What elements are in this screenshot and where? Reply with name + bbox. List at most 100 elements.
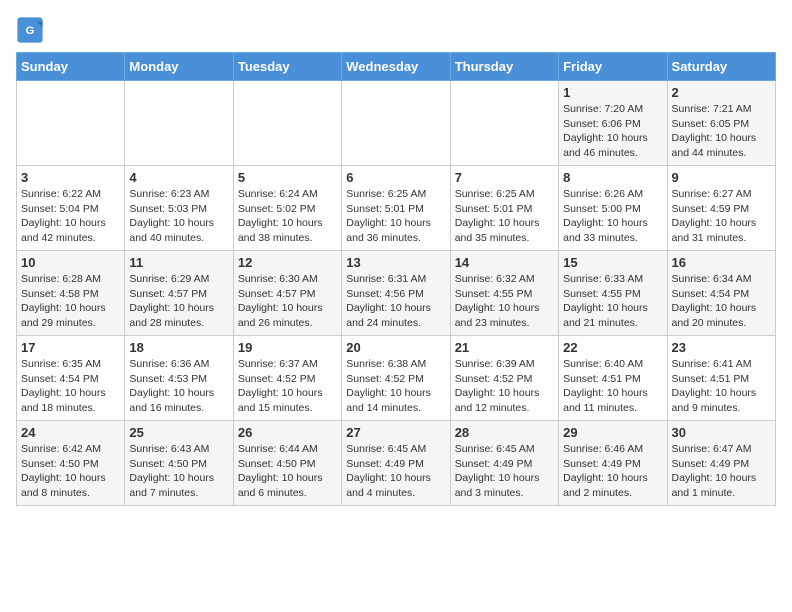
day-info: Sunrise: 6:46 AM Sunset: 4:49 PM Dayligh… xyxy=(563,442,662,501)
calendar-cell: 24 Sunrise: 6:42 AM Sunset: 4:50 PM Dayli… xyxy=(17,421,125,506)
calendar-cell: 30 Sunrise: 6:47 AM Sunset: 4:49 PM Dayli… xyxy=(667,421,775,506)
week-row-4: 24 Sunrise: 6:42 AM Sunset: 4:50 PM Dayli… xyxy=(17,421,776,506)
day-info: Sunrise: 6:33 AM Sunset: 4:55 PM Dayligh… xyxy=(563,272,662,331)
day-number: 18 xyxy=(129,340,228,355)
day-info: Sunrise: 7:21 AM Sunset: 6:05 PM Dayligh… xyxy=(672,102,771,161)
day-info: Sunrise: 6:26 AM Sunset: 5:00 PM Dayligh… xyxy=(563,187,662,246)
day-number: 25 xyxy=(129,425,228,440)
week-row-3: 17 Sunrise: 6:35 AM Sunset: 4:54 PM Dayli… xyxy=(17,336,776,421)
week-row-1: 3 Sunrise: 6:22 AM Sunset: 5:04 PM Daylig… xyxy=(17,166,776,251)
day-number: 13 xyxy=(346,255,445,270)
week-row-2: 10 Sunrise: 6:28 AM Sunset: 4:58 PM Dayli… xyxy=(17,251,776,336)
calendar-cell xyxy=(450,81,558,166)
day-info: Sunrise: 6:47 AM Sunset: 4:49 PM Dayligh… xyxy=(672,442,771,501)
calendar-cell: 29 Sunrise: 6:46 AM Sunset: 4:49 PM Dayli… xyxy=(559,421,667,506)
svg-text:G: G xyxy=(26,25,35,37)
day-number: 24 xyxy=(21,425,120,440)
day-header-monday: Monday xyxy=(125,53,233,81)
calendar-cell: 21 Sunrise: 6:39 AM Sunset: 4:52 PM Dayli… xyxy=(450,336,558,421)
calendar-cell: 6 Sunrise: 6:25 AM Sunset: 5:01 PM Daylig… xyxy=(342,166,450,251)
day-number: 6 xyxy=(346,170,445,185)
calendar-cell: 18 Sunrise: 6:36 AM Sunset: 4:53 PM Dayli… xyxy=(125,336,233,421)
day-info: Sunrise: 6:41 AM Sunset: 4:51 PM Dayligh… xyxy=(672,357,771,416)
day-info: Sunrise: 6:30 AM Sunset: 4:57 PM Dayligh… xyxy=(238,272,337,331)
calendar-body: 1Sunrise: 7:20 AM Sunset: 6:06 PM Daylig… xyxy=(17,81,776,506)
day-number: 14 xyxy=(455,255,554,270)
day-number: 29 xyxy=(563,425,662,440)
day-info: Sunrise: 6:34 AM Sunset: 4:54 PM Dayligh… xyxy=(672,272,771,331)
day-number: 8 xyxy=(563,170,662,185)
day-number: 5 xyxy=(238,170,337,185)
calendar-cell: 4 Sunrise: 6:23 AM Sunset: 5:03 PM Daylig… xyxy=(125,166,233,251)
calendar-cell: 3 Sunrise: 6:22 AM Sunset: 5:04 PM Daylig… xyxy=(17,166,125,251)
day-number: 28 xyxy=(455,425,554,440)
day-info: Sunrise: 6:25 AM Sunset: 5:01 PM Dayligh… xyxy=(455,187,554,246)
day-number: 20 xyxy=(346,340,445,355)
calendar-cell: 12 Sunrise: 6:30 AM Sunset: 4:57 PM Dayli… xyxy=(233,251,341,336)
calendar-cell: 19 Sunrise: 6:37 AM Sunset: 4:52 PM Dayli… xyxy=(233,336,341,421)
day-info: Sunrise: 6:45 AM Sunset: 4:49 PM Dayligh… xyxy=(455,442,554,501)
calendar-cell xyxy=(233,81,341,166)
day-header-sunday: Sunday xyxy=(17,53,125,81)
day-info: Sunrise: 6:24 AM Sunset: 5:02 PM Dayligh… xyxy=(238,187,337,246)
day-header-tuesday: Tuesday xyxy=(233,53,341,81)
day-info: Sunrise: 6:42 AM Sunset: 4:50 PM Dayligh… xyxy=(21,442,120,501)
calendar-table: SundayMondayTuesdayWednesdayThursdayFrid… xyxy=(16,52,776,506)
day-info: Sunrise: 6:43 AM Sunset: 4:50 PM Dayligh… xyxy=(129,442,228,501)
day-info: Sunrise: 6:31 AM Sunset: 4:56 PM Dayligh… xyxy=(346,272,445,331)
day-number: 27 xyxy=(346,425,445,440)
calendar-cell: 7Sunrise: 6:25 AM Sunset: 5:01 PM Daylig… xyxy=(450,166,558,251)
calendar-cell: 26 Sunrise: 6:44 AM Sunset: 4:50 PM Dayli… xyxy=(233,421,341,506)
calendar-cell: 15Sunrise: 6:33 AM Sunset: 4:55 PM Dayli… xyxy=(559,251,667,336)
calendar-cell: 8 Sunrise: 6:26 AM Sunset: 5:00 PM Daylig… xyxy=(559,166,667,251)
calendar-cell: 28 Sunrise: 6:45 AM Sunset: 4:49 PM Dayli… xyxy=(450,421,558,506)
day-info: Sunrise: 6:25 AM Sunset: 5:01 PM Dayligh… xyxy=(346,187,445,246)
calendar-cell: 17 Sunrise: 6:35 AM Sunset: 4:54 PM Dayli… xyxy=(17,336,125,421)
day-header-wednesday: Wednesday xyxy=(342,53,450,81)
day-info: Sunrise: 6:40 AM Sunset: 4:51 PM Dayligh… xyxy=(563,357,662,416)
day-number: 10 xyxy=(21,255,120,270)
day-number: 4 xyxy=(129,170,228,185)
day-info: Sunrise: 6:37 AM Sunset: 4:52 PM Dayligh… xyxy=(238,357,337,416)
day-number: 12 xyxy=(238,255,337,270)
day-info: Sunrise: 6:27 AM Sunset: 4:59 PM Dayligh… xyxy=(672,187,771,246)
calendar-cell: 16Sunrise: 6:34 AM Sunset: 4:54 PM Dayli… xyxy=(667,251,775,336)
day-number: 21 xyxy=(455,340,554,355)
calendar-cell: 14 Sunrise: 6:32 AM Sunset: 4:55 PM Dayli… xyxy=(450,251,558,336)
day-info: Sunrise: 6:38 AM Sunset: 4:52 PM Dayligh… xyxy=(346,357,445,416)
day-info: Sunrise: 6:29 AM Sunset: 4:57 PM Dayligh… xyxy=(129,272,228,331)
header: G xyxy=(16,16,776,44)
logo-icon: G xyxy=(16,16,44,44)
calendar-cell xyxy=(17,81,125,166)
calendar-cell xyxy=(125,81,233,166)
day-number: 3 xyxy=(21,170,120,185)
day-info: Sunrise: 6:22 AM Sunset: 5:04 PM Dayligh… xyxy=(21,187,120,246)
day-number: 26 xyxy=(238,425,337,440)
day-info: Sunrise: 6:36 AM Sunset: 4:53 PM Dayligh… xyxy=(129,357,228,416)
day-info: Sunrise: 6:39 AM Sunset: 4:52 PM Dayligh… xyxy=(455,357,554,416)
calendar-cell: 25 Sunrise: 6:43 AM Sunset: 4:50 PM Dayli… xyxy=(125,421,233,506)
calendar-header: SundayMondayTuesdayWednesdayThursdayFrid… xyxy=(17,53,776,81)
header-row: SundayMondayTuesdayWednesdayThursdayFrid… xyxy=(17,53,776,81)
calendar-cell: 2 Sunrise: 7:21 AM Sunset: 6:05 PM Daylig… xyxy=(667,81,775,166)
day-info: Sunrise: 6:23 AM Sunset: 5:03 PM Dayligh… xyxy=(129,187,228,246)
day-header-thursday: Thursday xyxy=(450,53,558,81)
day-number: 17 xyxy=(21,340,120,355)
day-number: 30 xyxy=(672,425,771,440)
day-info: Sunrise: 6:28 AM Sunset: 4:58 PM Dayligh… xyxy=(21,272,120,331)
day-info: Sunrise: 6:44 AM Sunset: 4:50 PM Dayligh… xyxy=(238,442,337,501)
day-header-friday: Friday xyxy=(559,53,667,81)
day-number: 23 xyxy=(672,340,771,355)
day-header-saturday: Saturday xyxy=(667,53,775,81)
calendar-cell: 22Sunrise: 6:40 AM Sunset: 4:51 PM Dayli… xyxy=(559,336,667,421)
day-number: 11 xyxy=(129,255,228,270)
calendar-cell: 5 Sunrise: 6:24 AM Sunset: 5:02 PM Daylig… xyxy=(233,166,341,251)
day-info: Sunrise: 7:20 AM Sunset: 6:06 PM Dayligh… xyxy=(563,102,662,161)
day-number: 19 xyxy=(238,340,337,355)
calendar-cell: 11 Sunrise: 6:29 AM Sunset: 4:57 PM Dayli… xyxy=(125,251,233,336)
day-number: 2 xyxy=(672,85,771,100)
day-info: Sunrise: 6:32 AM Sunset: 4:55 PM Dayligh… xyxy=(455,272,554,331)
logo: G xyxy=(16,16,48,44)
day-info: Sunrise: 6:35 AM Sunset: 4:54 PM Dayligh… xyxy=(21,357,120,416)
calendar-cell xyxy=(342,81,450,166)
